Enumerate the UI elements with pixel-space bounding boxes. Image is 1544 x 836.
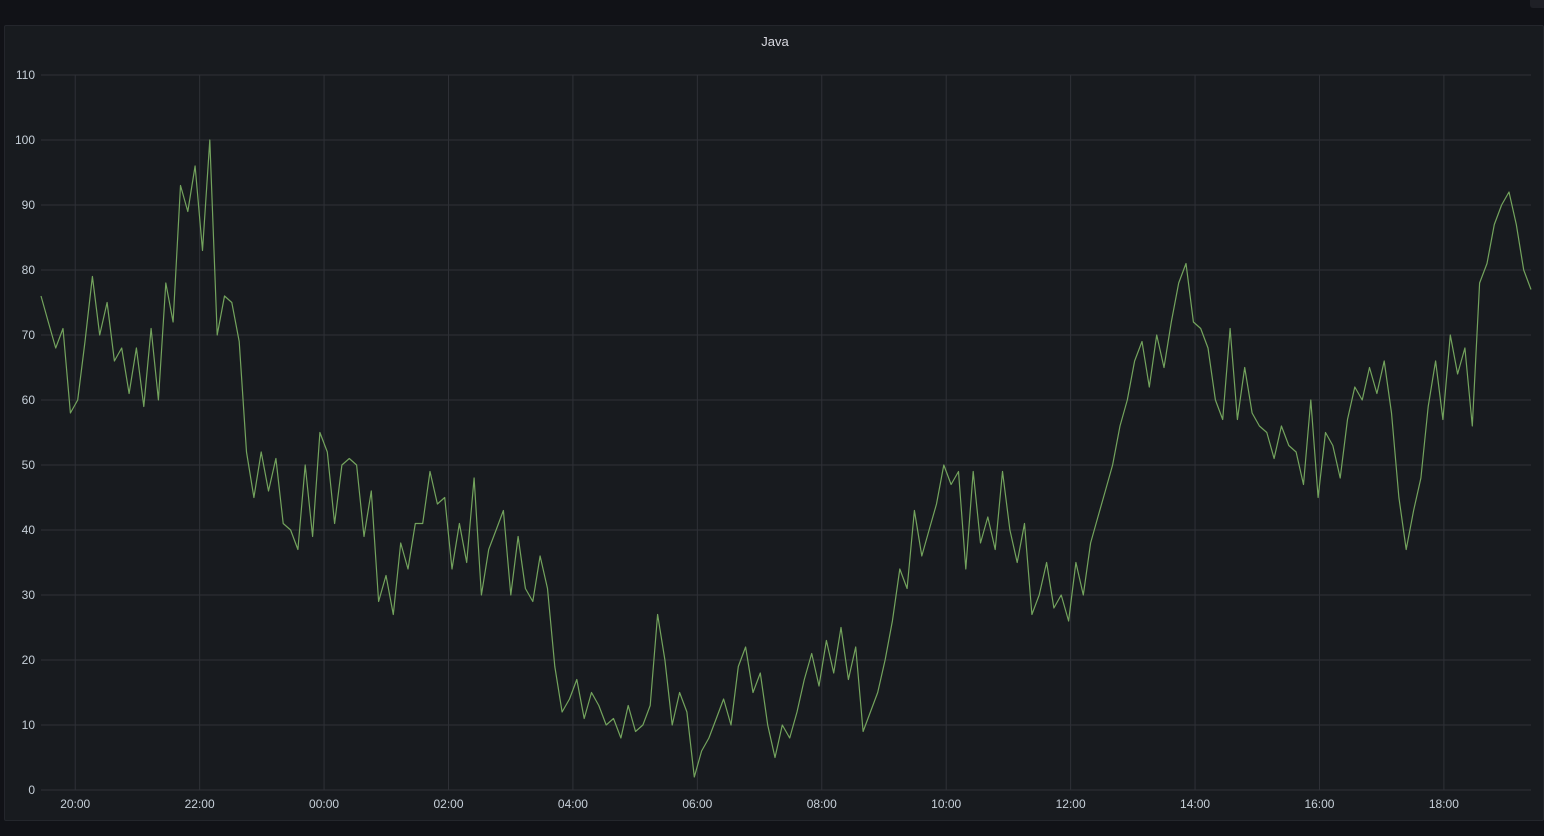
y-tick-label: 20 [22, 653, 36, 667]
y-tick-label: 30 [22, 588, 36, 602]
x-tick-label: 00:00 [309, 797, 339, 811]
y-tick-label: 0 [28, 783, 35, 797]
x-tick-label: 08:00 [807, 797, 837, 811]
x-tick-label: 10:00 [931, 797, 961, 811]
x-tick-label: 20:00 [60, 797, 90, 811]
x-tick-label: 18:00 [1429, 797, 1459, 811]
y-tick-label: 100 [15, 133, 35, 147]
y-tick-label: 60 [22, 393, 36, 407]
x-tick-label: 02:00 [433, 797, 463, 811]
x-tick-label: 06:00 [682, 797, 712, 811]
x-tick-label: 04:00 [558, 797, 588, 811]
y-tick-label: 90 [22, 198, 36, 212]
y-tick-label: 110 [16, 68, 35, 82]
line-chart[interactable]: 0 10 20 30 40 50 60 70 80 90 100 110 20:00 22:00 00:00… [5, 26, 1544, 822]
y-tick-label: 10 [22, 718, 36, 732]
x-tick-label: 12:00 [1056, 797, 1086, 811]
x-tick-label: 14:00 [1180, 797, 1210, 811]
top-right-corner [1530, 0, 1544, 8]
x-tick-label: 22:00 [185, 797, 215, 811]
y-tick-label: 50 [22, 458, 36, 472]
chart-panel[interactable]: Java 0 10 20 30 40 50 60 70 80 90 100 110 20:00 22:00… [4, 25, 1544, 821]
top-bar [0, 0, 1544, 22]
x-tick-label: 16:00 [1304, 797, 1334, 811]
y-tick-label: 80 [22, 263, 36, 277]
y-tick-label: 70 [22, 328, 36, 342]
y-tick-label: 40 [22, 523, 36, 537]
series-line [40, 139, 1532, 778]
